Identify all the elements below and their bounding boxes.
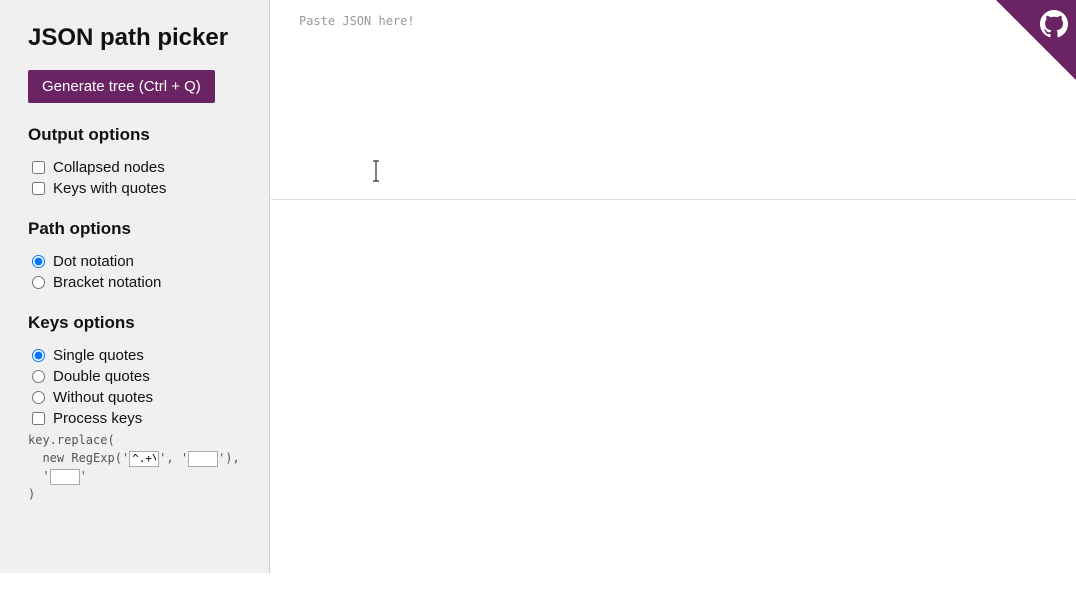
- keys-with-quotes-checkbox[interactable]: [32, 182, 45, 195]
- dot-notation-label: Dot notation: [53, 253, 134, 270]
- replace-value-input[interactable]: [50, 469, 80, 485]
- collapsed-nodes-option[interactable]: Collapsed nodes: [28, 159, 253, 176]
- github-icon: [1040, 10, 1068, 38]
- process-keys-label: Process keys: [53, 410, 142, 427]
- regex-pattern-input[interactable]: [129, 451, 159, 467]
- output-options-group: Output options Collapsed nodes Keys with…: [28, 125, 253, 197]
- dot-notation-radio[interactable]: [32, 255, 45, 268]
- dot-notation-option[interactable]: Dot notation: [28, 253, 253, 270]
- page-title: JSON path picker: [28, 24, 253, 52]
- generate-tree-button[interactable]: Generate tree (Ctrl + Q): [28, 70, 215, 103]
- bracket-notation-option[interactable]: Bracket notation: [28, 274, 253, 291]
- code-text: ): [28, 487, 35, 501]
- without-quotes-option[interactable]: Without quotes: [28, 389, 253, 406]
- double-quotes-label: Double quotes: [53, 368, 150, 385]
- output-options-heading: Output options: [28, 125, 253, 145]
- bracket-notation-radio[interactable]: [32, 276, 45, 289]
- process-keys-checkbox[interactable]: [32, 412, 45, 425]
- process-keys-option[interactable]: Process keys: [28, 410, 253, 427]
- double-quotes-option[interactable]: Double quotes: [28, 368, 253, 385]
- without-quotes-radio[interactable]: [32, 391, 45, 404]
- code-text: key.replace(: [28, 433, 115, 447]
- path-options-heading: Path options: [28, 219, 253, 239]
- single-quotes-option[interactable]: Single quotes: [28, 347, 253, 364]
- path-options-group: Path options Dot notation Bracket notati…: [28, 219, 253, 291]
- code-text: ': [28, 469, 50, 483]
- keys-options-heading: Keys options: [28, 313, 253, 333]
- single-quotes-label: Single quotes: [53, 347, 144, 364]
- code-text: new RegExp(': [28, 451, 129, 465]
- code-text: ': [80, 469, 87, 483]
- code-text: '),: [218, 451, 240, 465]
- keys-with-quotes-label: Keys with quotes: [53, 180, 166, 197]
- collapsed-nodes-label: Collapsed nodes: [53, 159, 165, 176]
- single-quotes-radio[interactable]: [32, 349, 45, 362]
- regex-flags-input[interactable]: [188, 451, 218, 467]
- double-quotes-radio[interactable]: [32, 370, 45, 383]
- process-keys-code: key.replace( new RegExp(' ', ' '), ' ' ): [28, 431, 253, 503]
- github-ribbon[interactable]: [996, 0, 1076, 80]
- json-input-textarea[interactable]: [271, 0, 1076, 200]
- keys-options-group: Keys options Single quotes Double quotes…: [28, 313, 253, 503]
- collapsed-nodes-checkbox[interactable]: [32, 161, 45, 174]
- bracket-notation-label: Bracket notation: [53, 274, 161, 291]
- main-panel: [271, 0, 1076, 573]
- keys-with-quotes-option[interactable]: Keys with quotes: [28, 180, 253, 197]
- code-text: ', ': [159, 451, 188, 465]
- sidebar: JSON path picker Generate tree (Ctrl + Q…: [0, 0, 270, 573]
- without-quotes-label: Without quotes: [53, 389, 153, 406]
